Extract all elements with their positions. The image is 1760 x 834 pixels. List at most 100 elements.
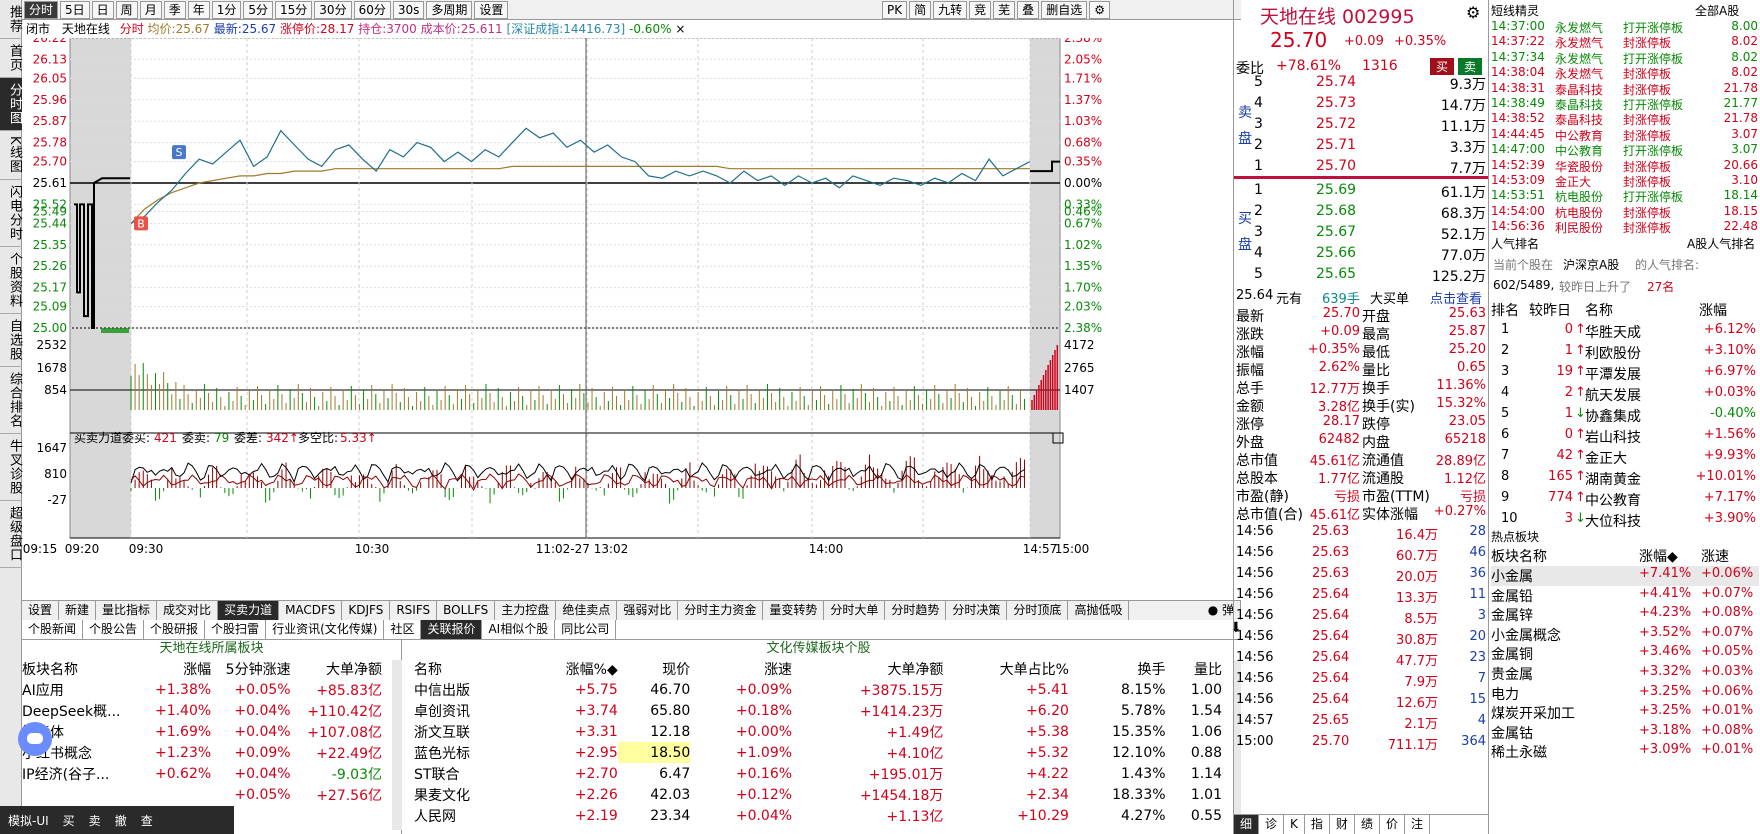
hot-column-header[interactable]: 板块名称 <box>1491 546 1547 566</box>
rank-filter[interactable]: A股人气排名 <box>1687 235 1755 252</box>
info-tab[interactable]: 同比公司 <box>555 620 617 639</box>
period-button[interactable]: 季 <box>163 0 186 19</box>
sell-button[interactable]: 卖 <box>1458 58 1483 75</box>
hot-sector-name[interactable]: 稀土永磁 <box>1491 742 1547 762</box>
hot-sector-name[interactable]: 金属钴 <box>1491 723 1533 743</box>
rank-stock[interactable]: 湖南黄金 <box>1585 469 1641 489</box>
period-button[interactable]: 1分 <box>211 0 242 19</box>
quote-bottom-tab[interactable]: 指 <box>1305 815 1330 834</box>
column-header[interactable]: 大单净额 <box>792 658 943 679</box>
column-header[interactable]: 换手 <box>1069 658 1166 679</box>
bid-price[interactable]: 25.66 <box>1316 245 1356 261</box>
quote-bottom-tab[interactable]: 诊 <box>1259 815 1285 834</box>
indicator-tab[interactable]: MACDFS <box>279 601 343 620</box>
toolbar-tool-button[interactable]: 删自选 <box>1041 1 1088 19</box>
quote-bottom-tab[interactable]: 细 <box>1234 815 1260 834</box>
quote-bottom-tab[interactable]: 绩 <box>1355 815 1380 834</box>
rank-stock[interactable]: 利欧股份 <box>1585 343 1641 363</box>
nav-item-3[interactable]: K线图 <box>0 131 22 180</box>
rank-column-header[interactable]: 涨幅 <box>1699 300 1727 320</box>
column-header[interactable]: 量比 <box>1166 658 1222 679</box>
hot-column-header[interactable]: 涨速 <box>1701 546 1729 566</box>
table-row[interactable]: +0.05% +27.56亿 <box>22 784 382 805</box>
indicator-tab[interactable]: 成交对比 <box>157 601 219 620</box>
hot-sector-name[interactable]: 电力 <box>1491 684 1519 704</box>
rank-stock[interactable]: 金正大 <box>1585 448 1627 468</box>
table-row[interactable]: DeepSeek概... +1.40% +0.04% +110.42亿 <box>22 700 382 721</box>
info-tab[interactable]: 个股研报 <box>144 620 206 639</box>
quote-bottom-tab[interactable]: 注 <box>1405 815 1430 834</box>
bid-price[interactable]: 25.65 <box>1316 266 1356 282</box>
nav-item-0[interactable]: 推荐 <box>0 0 22 39</box>
info-tab[interactable]: 社区 <box>384 620 422 639</box>
ask-price[interactable]: 25.71 <box>1316 137 1356 153</box>
nav-item-1[interactable]: 首页 <box>0 39 22 78</box>
indicator-tab[interactable]: 设置 <box>22 601 60 620</box>
gear-icon[interactable]: ⚙ <box>1466 3 1480 22</box>
hot-sector-name[interactable]: 金属铜 <box>1491 644 1533 664</box>
table-row[interactable]: 智能体+1.69%+0.04%+107.08亿 <box>22 721 382 742</box>
rank-stock[interactable]: 航天发展 <box>1585 385 1641 405</box>
settings-icon[interactable]: ⚙ <box>1089 1 1110 19</box>
rank-stock[interactable]: 平潭发展 <box>1585 364 1641 384</box>
table-row[interactable]: 卓创资讯 +3.74 65.80 +0.18% +1414.23万 +6.20 5.78% 1… <box>404 700 1222 721</box>
table-row[interactable]: ST联合 +2.70 6.47 +0.16% +195.01万 +4.22 1.43% 1.1… <box>404 763 1222 784</box>
quote-bottom-tab[interactable]: 价 <box>1380 815 1405 834</box>
column-header[interactable]: 涨速 <box>690 658 792 679</box>
nav-item-7[interactable]: 综合排名 <box>0 367 22 434</box>
period-button[interactable]: 60分 <box>353 0 391 19</box>
indicator-tab[interactable]: 分时主力资金 <box>678 601 764 620</box>
nav-item-2[interactable]: 分时图 <box>0 78 22 131</box>
rank-stock[interactable]: 协鑫集成 <box>1585 406 1641 426</box>
intraday-chart[interactable]: 26.22 2.38% 26.13 2.05% 26.05 1.71% 25.96 1.37%… <box>22 38 1241 598</box>
hot-sector-name[interactable]: 金属铅 <box>1491 586 1533 606</box>
period-button[interactable]: 分时 <box>24 0 59 19</box>
indicator-tab[interactable]: KDJFS <box>342 601 391 620</box>
indicator-tab[interactable]: 分时趋势 <box>885 601 947 620</box>
toolbar-tool-button[interactable]: 九转 <box>933 1 968 19</box>
info-tab[interactable]: 个股新闻 <box>22 620 84 639</box>
table-row[interactable]: 果麦文化 +2.26 42.03 +0.12% +1454.18万 +2.34 18.33%… <box>404 784 1222 805</box>
hot-sector-name[interactable]: 金属锌 <box>1491 605 1533 625</box>
column-header[interactable]: 板块名称 <box>22 658 142 679</box>
column-header[interactable]: 5分钟涨速 <box>211 658 291 679</box>
period-button[interactable]: 多周期 <box>426 0 473 19</box>
nav-item-9[interactable]: 超级盘口 <box>0 501 22 568</box>
rank-stock[interactable]: 岩山科技 <box>1585 427 1641 447</box>
ask-price[interactable]: 25.73 <box>1316 95 1356 111</box>
toolbar-tool-button[interactable]: 芜 <box>993 1 1016 19</box>
statusbar-item[interactable]: 撤 <box>115 812 127 829</box>
indicator-tab[interactable]: 分时决策 <box>946 601 1008 620</box>
period-button[interactable]: 年 <box>187 0 210 19</box>
period-button[interactable]: 周 <box>115 0 138 19</box>
ask-price[interactable]: 25.72 <box>1316 116 1356 132</box>
left-table-scrollbar[interactable] <box>392 660 402 830</box>
indicator-tab[interactable]: 新建 <box>59 601 97 620</box>
table-row[interactable]: IP经济(谷子... +0.62% +0.04% -9.03亿 <box>22 763 382 784</box>
column-header[interactable]: 大单占比% <box>943 658 1069 679</box>
indicator-tab[interactable]: 高抛低吸 <box>1068 601 1130 620</box>
info-tab[interactable]: 行业资讯(文化传媒) <box>266 620 385 639</box>
period-button[interactable]: 日 <box>91 0 114 19</box>
quote-bottom-tab[interactable]: K <box>1284 815 1305 834</box>
indicator-tab[interactable]: 绝佳卖点 <box>556 601 618 620</box>
statusbar-item[interactable]: 模拟-UI <box>8 812 49 829</box>
toolbar-tool-button[interactable]: 简 <box>909 1 932 19</box>
bigorder-link[interactable]: 点击查看 <box>1430 288 1482 307</box>
assistant-bot-icon[interactable] <box>18 722 52 756</box>
alert-stock[interactable]: 利民股份 <box>1555 219 1603 236</box>
column-header[interactable]: 涨幅 <box>142 658 211 679</box>
ask-price[interactable]: 25.74 <box>1316 74 1356 90</box>
column-header[interactable]: 大单净额 <box>291 658 382 679</box>
toolbar-tool-button[interactable]: PK <box>882 1 908 19</box>
column-header[interactable]: 涨幅%◆ <box>523 658 618 679</box>
statusbar-item[interactable]: 卖 <box>89 812 101 829</box>
buy-button[interactable]: 买 <box>1430 58 1455 75</box>
bid-price[interactable]: 25.68 <box>1316 203 1356 219</box>
alerts-filter[interactable]: 全部A股 <box>1695 2 1739 19</box>
toolbar-tool-button[interactable]: 叠 <box>1017 1 1040 19</box>
statusbar-item[interactable]: 查 <box>141 812 153 829</box>
period-button[interactable]: 5日 <box>60 0 90 19</box>
period-button[interactable]: 5分 <box>243 0 274 19</box>
period-button[interactable]: 15分 <box>275 0 313 19</box>
